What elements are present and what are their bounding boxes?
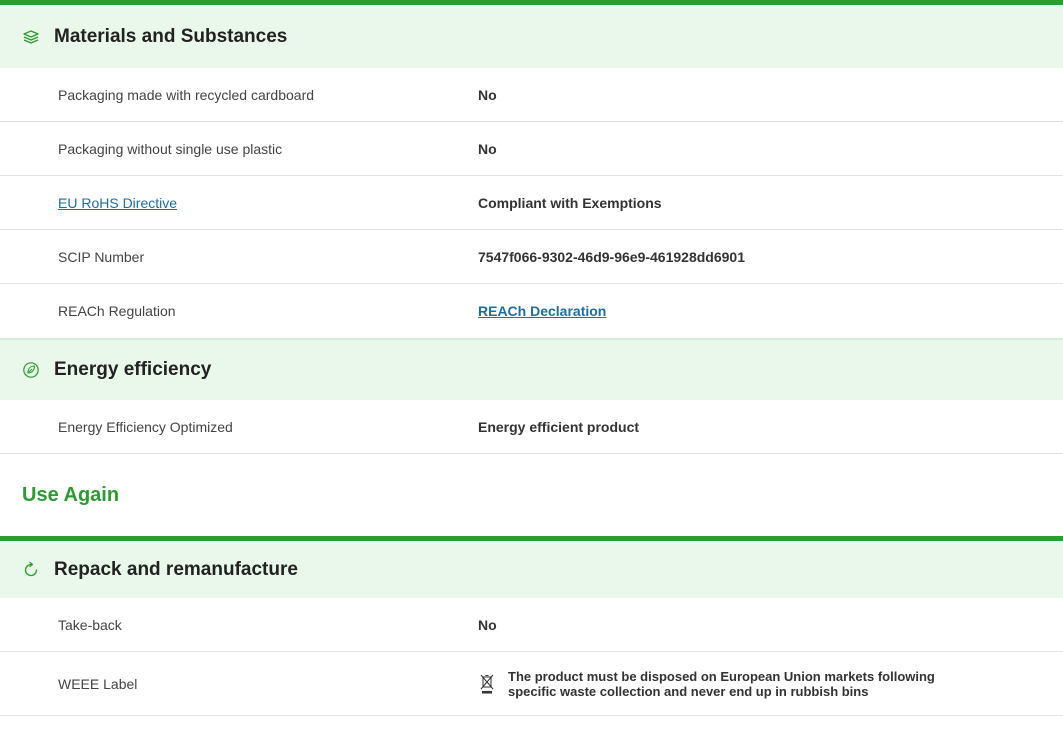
weee-label-text: The product must be disposed on European… — [508, 668, 935, 699]
table-row: Packaging made with recycled cardboard N… — [0, 68, 1063, 122]
table-row: Energy Efficiency Optimized Energy effic… — [0, 400, 1063, 454]
row-label: Take-back — [58, 616, 122, 633]
row-value: No — [478, 140, 497, 157]
table-row: Packaging without single use plastic No — [0, 122, 1063, 176]
energy-section: Energy efficiency Energy Efficiency Opti… — [0, 338, 1063, 454]
table-row: SCIP Number 7547f066-9302-46d9-96e9-4619… — [0, 230, 1063, 284]
row-label: SCIP Number — [58, 248, 145, 265]
refresh-icon — [22, 561, 40, 579]
table-row: WEEE Label The product must be disposed … — [0, 652, 1063, 716]
row-value: REACh Declaration — [478, 303, 606, 319]
table-row: EU RoHS Directive Compliant with Exempti… — [0, 176, 1063, 230]
crossed-bin-icon — [478, 672, 496, 696]
row-label: WEEE Label — [58, 675, 138, 692]
row-label: Packaging made with recycled cardboard — [58, 86, 315, 103]
reach-declaration-link[interactable]: REACh Declaration — [478, 303, 606, 319]
repack-section: Repack and remanufacture Take-back No WE… — [0, 536, 1063, 716]
use-again-heading: Use Again — [22, 483, 120, 506]
row-label: Energy Efficiency Optimized — [58, 418, 233, 435]
materials-header: Materials and Substances — [0, 0, 1063, 68]
energy-header: Energy efficiency — [0, 338, 1063, 400]
scip-number-value: 7547f066-9302-46d9-96e9-461928dd6901 — [478, 248, 745, 265]
leaf-badge-icon — [22, 361, 40, 379]
row-label: REACh Regulation — [58, 303, 176, 319]
section-title: Energy efficiency — [54, 359, 212, 380]
table-row: REACh Regulation REACh Declaration — [0, 284, 1063, 338]
row-label: EU RoHS Directive — [0, 195, 478, 211]
row-label: Packaging without single use plastic — [58, 140, 283, 157]
row-value: Compliant with Exemptions — [478, 194, 662, 211]
table-row: Take-back No — [0, 598, 1063, 652]
section-title: Repack and remanufacture — [54, 558, 298, 580]
row-value: No — [478, 616, 497, 633]
materials-section: Materials and Substances Packaging made … — [0, 0, 1063, 338]
row-value: Energy efficient product — [478, 418, 640, 435]
row-value: The product must be disposed on European… — [478, 669, 948, 699]
repack-header: Repack and remanufacture — [0, 536, 1063, 598]
layers-icon — [22, 28, 40, 46]
section-title: Materials and Substances — [54, 25, 288, 47]
row-value: No — [478, 86, 497, 103]
eu-rohs-link[interactable]: EU RoHS Directive — [58, 195, 177, 211]
